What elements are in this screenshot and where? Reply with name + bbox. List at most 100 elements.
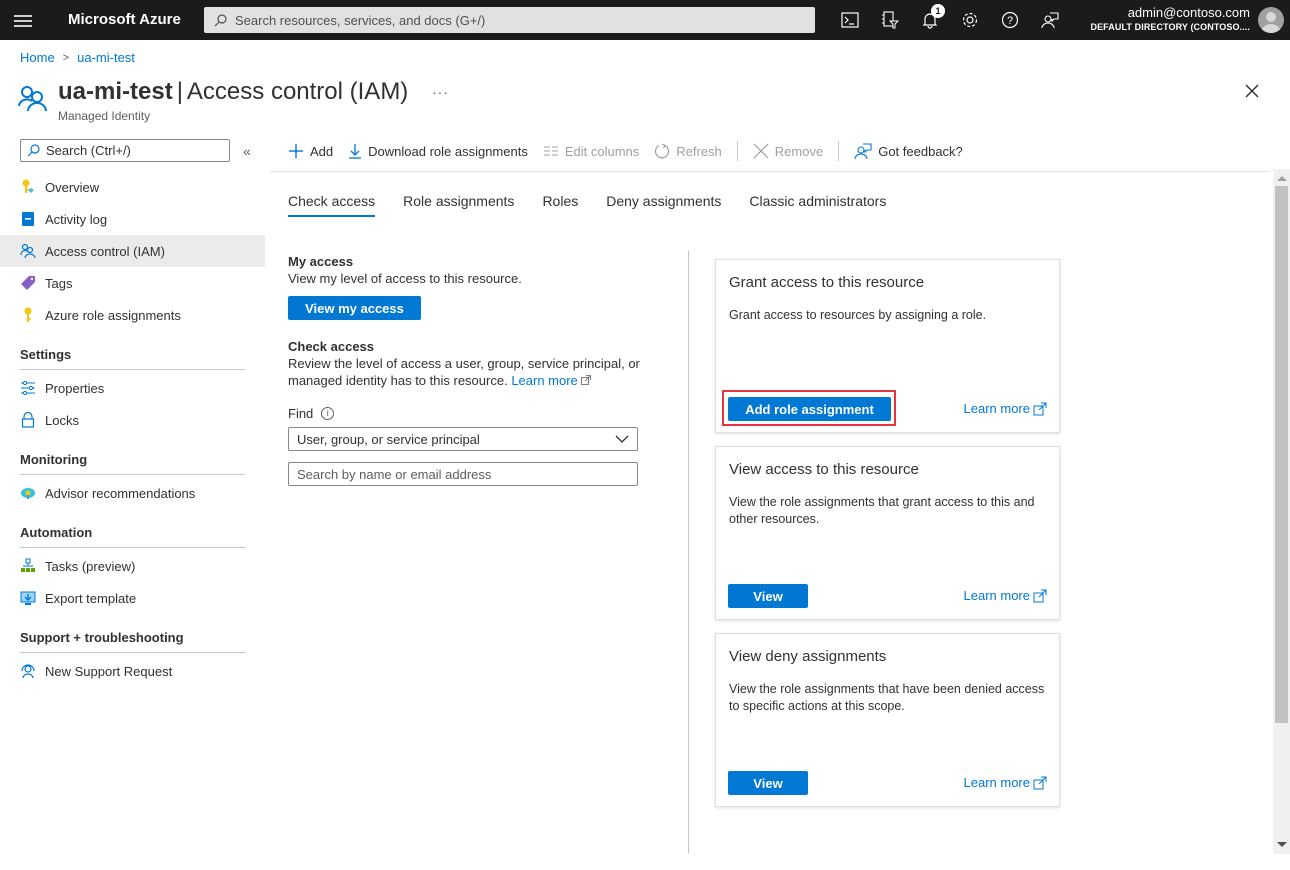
tab-check-access[interactable]: Check access — [288, 193, 376, 217]
sidebar-item-azure-role-assignments[interactable]: Azure role assignments — [0, 299, 265, 331]
command-separator — [838, 141, 840, 161]
scroll-up-arrow-icon[interactable] — [1277, 176, 1287, 181]
global-search-box[interactable] — [204, 7, 815, 33]
vertical-scrollbar[interactable] — [1273, 169, 1290, 854]
global-search-input[interactable] — [235, 12, 795, 28]
sidebar-item-label: Advisor recommendations — [45, 485, 196, 501]
learn-more-link[interactable]: Learn more — [964, 775, 1047, 790]
account-directory: DEFAULT DIRECTORY (CONTOSO.... — [1090, 22, 1250, 32]
learn-more-link[interactable]: Learn more — [964, 401, 1047, 416]
my-access-title: My access — [288, 254, 354, 269]
breadcrumb: Home > ua-mi-test — [20, 50, 135, 65]
got-feedback-button[interactable]: Got feedback? — [854, 142, 963, 160]
external-link-icon — [1033, 776, 1047, 789]
search-principal-input[interactable] — [288, 462, 638, 486]
refresh-button[interactable]: Refresh — [654, 143, 722, 159]
portal-menu-button[interactable] — [14, 12, 32, 28]
brand-logo[interactable]: Microsoft Azure — [68, 11, 181, 28]
learn-more-label: Learn more — [963, 588, 1030, 603]
settings-button[interactable] — [958, 8, 982, 32]
resource-type: Managed Identity — [58, 109, 151, 123]
remove-button[interactable]: Remove — [753, 143, 823, 159]
command-bar-divider — [270, 171, 1270, 172]
collapse-sidebar-button[interactable]: « — [243, 143, 251, 159]
search-icon — [27, 144, 40, 157]
account-menu[interactable]: admin@contoso.com DEFAULT DIRECTORY (CON… — [1090, 5, 1250, 32]
breadcrumb-home[interactable]: Home — [20, 50, 55, 65]
resource-name: ua-mi-test — [58, 78, 173, 105]
hamburger-icon — [14, 15, 32, 17]
help-button[interactable]: ? — [998, 8, 1022, 32]
key-icon — [20, 307, 36, 323]
learn-more-link[interactable]: Learn more — [964, 588, 1047, 603]
directory-filter-icon — [882, 11, 899, 29]
edit-columns-label: Edit columns — [564, 143, 640, 159]
sidebar-item-tasks-preview[interactable]: Tasks (preview) — [0, 550, 265, 582]
view-deny-button[interactable]: View — [728, 771, 808, 795]
tab-list: Check access Role assignments Roles Deny… — [288, 193, 914, 217]
avatar[interactable] — [1258, 7, 1284, 33]
grant-access-card: Grant access to this resource Grant acce… — [715, 259, 1060, 433]
tab-classic-administrators[interactable]: Classic administrators — [749, 193, 886, 217]
sidebar-item-properties[interactable]: Properties — [0, 372, 265, 404]
close-icon[interactable] — [1245, 84, 1259, 98]
notification-badge: 1 — [931, 4, 945, 18]
info-icon[interactable]: i — [321, 407, 335, 420]
feedback-icon — [1041, 12, 1059, 29]
directory-filter-button[interactable] — [878, 8, 902, 32]
more-options-button[interactable]: ··· — [432, 84, 449, 100]
download-icon — [349, 144, 362, 159]
sidebar-item-advisor-recommendations[interactable]: Advisor recommendations — [0, 477, 265, 509]
external-link-icon — [1033, 589, 1047, 602]
check-access-learn-more-link[interactable]: Learn more — [511, 373, 592, 388]
breadcrumb-resource[interactable]: ua-mi-test — [77, 50, 135, 65]
sidebar-search-box[interactable] — [20, 139, 230, 162]
scroll-down-arrow-icon[interactable] — [1277, 842, 1287, 847]
plus-icon — [289, 144, 303, 158]
feedback-icon — [854, 143, 872, 160]
learn-more-label: Learn more — [511, 373, 578, 388]
add-button[interactable]: Add — [288, 143, 333, 159]
notifications-button[interactable]: 1 — [918, 4, 945, 32]
edit-columns-button[interactable]: Edit columns — [543, 144, 639, 159]
export-template-icon — [20, 590, 36, 606]
overview-key-icon — [20, 179, 36, 195]
sidebar-item-label: Overview — [45, 179, 100, 195]
sidebar-item-new-support-request[interactable]: New Support Request — [0, 655, 265, 687]
external-link-icon — [581, 375, 592, 385]
scroll-thumb[interactable] — [1275, 186, 1288, 723]
sidebar-item-export-template[interactable]: Export template — [0, 582, 265, 614]
sidebar-item-label: Access control (IAM) — [45, 243, 165, 259]
check-access-title: Check access — [288, 339, 375, 354]
sidebar-search-input[interactable] — [46, 143, 216, 158]
sidebar-item-activity-log[interactable]: Activity log — [0, 203, 265, 235]
view-my-access-button[interactable]: View my access — [288, 296, 421, 320]
tab-roles[interactable]: Roles — [542, 193, 578, 217]
add-label: Add — [310, 143, 334, 159]
download-role-assignments-button[interactable]: Download role assignments — [348, 143, 528, 159]
sidebar-item-overview[interactable]: Overview — [0, 171, 265, 203]
sidebar-item-label: Properties — [45, 380, 105, 396]
card-description: Grant access to resources by assigning a… — [729, 308, 987, 322]
cloud-shell-button[interactable] — [838, 8, 862, 32]
refresh-label: Refresh — [676, 143, 722, 159]
view-deny-assignments-card: View deny assignments View the role assi… — [715, 633, 1060, 807]
add-role-assignment-button[interactable]: Add role assignment — [728, 397, 891, 421]
account-email: admin@contoso.com — [1127, 5, 1250, 20]
view-access-button[interactable]: View — [728, 584, 808, 608]
sidebar-group-monitoring: Monitoring — [20, 452, 245, 475]
sidebar-item-label: Tasks (preview) — [45, 558, 136, 574]
sidebar-item-tags[interactable]: Tags — [0, 267, 265, 299]
sidebar-item-locks[interactable]: Locks — [0, 404, 265, 436]
hamburger-line — [14, 20, 32, 22]
tab-role-assignments[interactable]: Role assignments — [403, 193, 514, 217]
card-description: View the role assignments that have been… — [729, 682, 1045, 713]
find-type-dropdown[interactable]: User, group, or service principal — [288, 427, 638, 451]
blade-title: Access control (IAM) — [186, 78, 409, 105]
feedback-button[interactable] — [1038, 8, 1062, 32]
find-type-selected: User, group, or service principal — [297, 431, 480, 447]
tab-deny-assignments[interactable]: Deny assignments — [606, 193, 721, 217]
user-avatar-icon — [1261, 12, 1281, 33]
sidebar-item-access-control[interactable]: Access control (IAM) — [0, 235, 265, 267]
tasks-icon — [20, 558, 36, 574]
